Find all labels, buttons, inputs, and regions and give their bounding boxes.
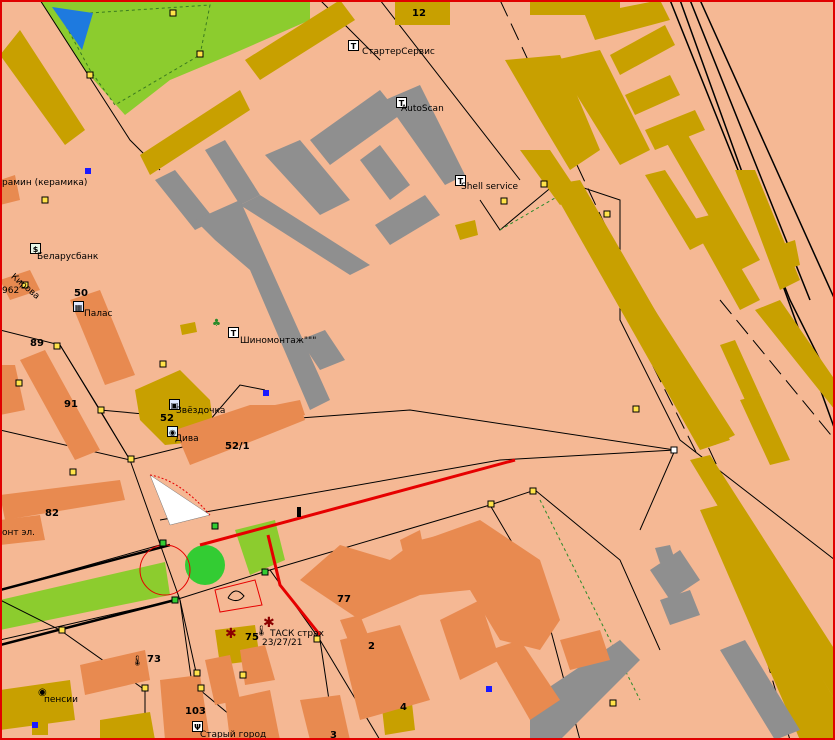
label-962: 962 <box>2 286 20 296</box>
house-number-52: 52 <box>160 413 174 424</box>
park-area-west <box>0 562 170 630</box>
label-diva[interactable]: Дива <box>175 434 199 445</box>
label-keramika[interactable]: рамин (керамика) <box>2 178 87 189</box>
shop-icon[interactable]: ▦ <box>73 301 84 312</box>
label-autoscan[interactable]: AutoScan <box>401 104 444 115</box>
pedestrian-zone <box>149 474 211 526</box>
tree-icon: ♣ <box>212 318 221 329</box>
label-pensii[interactable]: пенсии <box>44 695 78 706</box>
house-number-52-1: 52/1 <box>225 441 250 452</box>
label-palas[interactable]: Палас <box>84 309 113 320</box>
label-shinomontazh[interactable]: Шиномонтаж""" <box>240 336 316 347</box>
label-stary-gorod[interactable]: Старый город <box>200 730 266 740</box>
label-tasc-number: 23/27/21 <box>262 638 303 648</box>
label-zvezdochka[interactable]: Звёздочка <box>176 406 225 417</box>
house-number-89: 89 <box>30 338 44 349</box>
snowflake-icon: ✱ <box>225 626 237 642</box>
label-ont: онт эл. <box>2 528 36 538</box>
city-map[interactable]: 12 50 89 91 52 52/1 82 77 75 2 73 4 103 … <box>0 0 835 740</box>
label-shell-service[interactable]: Shell service <box>461 182 518 193</box>
roundabout-green <box>185 545 225 585</box>
house-number-12: 12 <box>412 8 426 19</box>
house-number-2: 2 <box>368 641 375 652</box>
house-number-103: 103 <box>185 706 206 717</box>
house-number-77: 77 <box>337 594 351 605</box>
house-number-91: 91 <box>64 399 78 410</box>
thermometer-icon: 🌡 <box>255 626 268 637</box>
thermometer-icon: 🌡 <box>131 656 144 667</box>
house-number-82: 82 <box>45 508 59 519</box>
house-number-4: 4 <box>400 702 407 713</box>
house-number-73: 73 <box>147 654 161 665</box>
service-icon[interactable]: T <box>348 40 359 51</box>
house-number-50: 50 <box>74 288 88 299</box>
label-belarusbank[interactable]: Беларусбанк <box>37 252 98 263</box>
label-starter-service[interactable]: СтартерСервис <box>362 47 435 58</box>
house-number-3: 3 <box>330 730 337 740</box>
service-icon[interactable]: T <box>228 327 239 338</box>
